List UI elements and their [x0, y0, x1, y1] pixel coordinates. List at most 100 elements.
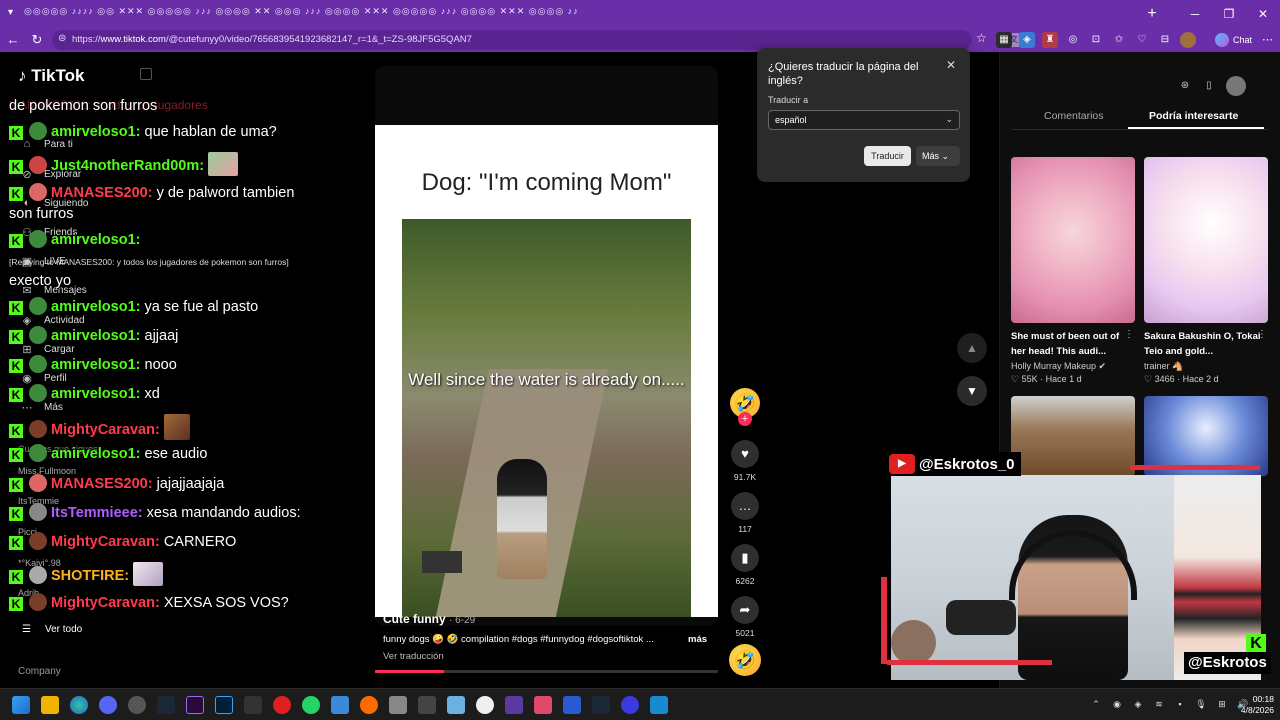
whatsapp-icon[interactable]	[302, 696, 320, 714]
app-icon[interactable]	[331, 696, 349, 714]
tab-you-may-like[interactable]: Podría interesarte	[1149, 110, 1238, 122]
close-icon[interactable]: ✕	[946, 58, 956, 72]
browser-menu-icon[interactable]: ⋯	[1262, 33, 1273, 46]
like-button[interactable]: ♥ 91.7K	[730, 440, 760, 482]
suggested-video-meta: ♡ 55K · Hace 1 d	[1011, 374, 1082, 384]
suggested-video-thumbnail[interactable]	[1011, 396, 1135, 476]
previous-video-button[interactable]: ▲	[957, 333, 987, 363]
network-icon[interactable]: ⊞	[1216, 698, 1228, 710]
steam-icon[interactable]	[157, 696, 175, 714]
chat-label: Chat	[1233, 35, 1253, 45]
chrome-tray-icon[interactable]: ◉	[1111, 698, 1123, 710]
system-clock[interactable]: 00:18 4/8/2026	[1230, 694, 1274, 716]
close-window-button[interactable]: ✕	[1246, 0, 1280, 28]
tray-app-icon[interactable]: ◈	[1132, 698, 1144, 710]
maximize-button[interactable]: ❐	[1212, 0, 1246, 28]
extension-icon[interactable]: ⊡	[1088, 32, 1104, 48]
more-options-button[interactable]: Más ⌄	[916, 146, 960, 166]
company-link[interactable]: Company	[18, 666, 61, 677]
start-icon[interactable]	[12, 696, 30, 714]
chat-username: Just4notherRand00m:	[51, 158, 205, 174]
suggested-video-title[interactable]: Sakura Bakushin O, Tokai Teio and gold..…	[1144, 329, 1262, 359]
app-icon[interactable]	[447, 696, 465, 714]
author-name: Cute funny	[383, 612, 446, 626]
suggested-video-thumbnail[interactable]	[1144, 396, 1268, 476]
chat-message: K MANASES200: y de palword tambien	[9, 183, 294, 202]
back-button[interactable]: ←	[4, 31, 22, 49]
app-icon[interactable]	[650, 696, 668, 714]
more-options-icon[interactable]: ⋮	[1257, 329, 1267, 340]
extension-icon[interactable]: ◎	[1065, 32, 1081, 48]
bookmark-star-icon[interactable]: ☆	[976, 31, 987, 45]
device-icon[interactable]: ▯	[1202, 79, 1216, 93]
app-icon[interactable]	[621, 696, 639, 714]
next-video-button[interactable]: ▼	[957, 376, 987, 406]
photoshop-icon[interactable]	[215, 696, 233, 714]
chevron-up-icon[interactable]: ⌃	[1090, 698, 1102, 710]
comment-button[interactable]: … 117	[730, 492, 760, 534]
tab-comments[interactable]: Comentarios	[1044, 110, 1104, 122]
wifi-icon[interactable]: ≋	[1153, 698, 1165, 710]
site-info-icon[interactable]: ⊜	[58, 33, 66, 44]
more-options-icon[interactable]: ⋮	[1124, 329, 1134, 340]
collapse-sidebar-icon[interactable]	[140, 68, 152, 80]
reload-button[interactable]: ↻	[28, 31, 46, 49]
app-icon[interactable]	[563, 696, 581, 714]
suggested-video-author[interactable]: trainer 🐴	[1144, 361, 1183, 372]
chat-message: Kamirveloso1: ese audio	[9, 444, 207, 463]
see-all-button[interactable]: ☰ Ver todo	[22, 624, 82, 635]
extension-icon[interactable]: ♜	[1042, 32, 1058, 48]
obs-icon[interactable]	[476, 696, 494, 714]
suggested-video-title[interactable]: She must of been out of her head! This a…	[1011, 329, 1129, 359]
tab-favicons[interactable]: ◎◎◎◎◎ ♪♪♪♪ ◎◎ ✕✕✕ ◎◎◎◎◎ ♪♪♪ ◎◎◎◎ ✕✕ ◎◎◎ …	[24, 6, 579, 16]
suggested-video-thumbnail[interactable]	[1144, 157, 1268, 323]
capcut-icon[interactable]	[244, 696, 262, 714]
extension-icon[interactable]: ◈	[1019, 32, 1035, 48]
steam-icon[interactable]	[592, 696, 610, 714]
chat-avatar	[29, 593, 47, 611]
share-button[interactable]: ➦ 5021	[730, 596, 760, 638]
app-icon[interactable]	[534, 696, 552, 714]
microphone-icon[interactable]: 🎙	[1195, 698, 1207, 710]
video-progress-bar[interactable]	[375, 670, 718, 673]
language-select[interactable]: español ⌄	[768, 110, 960, 130]
tiktok-logo[interactable]: ♪ TikTok	[18, 66, 84, 86]
video-player[interactable]: Dog: "I'm coming Mom" Well since the wat…	[375, 125, 718, 617]
video-author[interactable]: Cute funny · 6-29	[383, 612, 475, 626]
file-explorer-icon[interactable]	[41, 696, 59, 714]
suggested-video-author[interactable]: Holly Murray Makeup ✔	[1011, 361, 1106, 372]
see-translation-link[interactable]: Ver traducción	[383, 651, 444, 662]
tab-strip[interactable]: ◎◎◎◎◎ ♪♪♪♪ ◎◎ ✕✕✕ ◎◎◎◎◎ ♪♪♪ ◎◎◎◎ ✕✕ ◎◎◎ …	[24, 6, 1128, 22]
music-disc[interactable]: 🤣	[729, 644, 761, 676]
profile-avatar[interactable]	[1180, 32, 1196, 48]
chat-avatar	[29, 420, 47, 438]
follow-button[interactable]: +	[738, 412, 752, 426]
new-tab-button[interactable]: +	[1142, 4, 1162, 24]
suggested-video-thumbnail[interactable]	[1011, 157, 1135, 323]
url-text[interactable]: https://www.tiktok.com/@cutefunyy0/video…	[72, 34, 472, 45]
tab-search-icon[interactable]: ▾	[8, 7, 13, 18]
user-avatar[interactable]	[1226, 76, 1246, 96]
record-icon[interactable]	[273, 696, 291, 714]
extension-icon[interactable]: ▦	[996, 32, 1012, 48]
premiere-icon[interactable]	[186, 696, 204, 714]
favorites-icon[interactable]: ✩	[1111, 32, 1127, 48]
chat-avatar	[29, 156, 47, 174]
coin-icon[interactable]: ⊛	[1178, 79, 1192, 93]
edge-icon[interactable]	[70, 696, 88, 714]
save-button[interactable]: ▮ 6262	[730, 544, 760, 586]
minimize-button[interactable]: ─	[1178, 0, 1212, 28]
tray-app-icon[interactable]: ▪	[1174, 698, 1186, 710]
app-icon[interactable]	[389, 696, 407, 714]
description-more-button[interactable]: más	[688, 634, 707, 645]
extension-icon[interactable]: ⊟	[1157, 32, 1173, 48]
app-icon[interactable]	[360, 696, 378, 714]
copilot-chat-button[interactable]: Chat	[1215, 31, 1252, 49]
discord-icon[interactable]	[99, 696, 117, 714]
app-icon[interactable]	[128, 696, 146, 714]
extension-icon[interactable]: ♡	[1134, 32, 1150, 48]
capcut-icon[interactable]	[418, 696, 436, 714]
address-bar[interactable]: ⊜ https://www.tiktok.com/@cutefunyy0/vid…	[52, 30, 1021, 50]
app-icon[interactable]	[505, 696, 523, 714]
translate-button[interactable]: Traducir	[864, 146, 911, 166]
